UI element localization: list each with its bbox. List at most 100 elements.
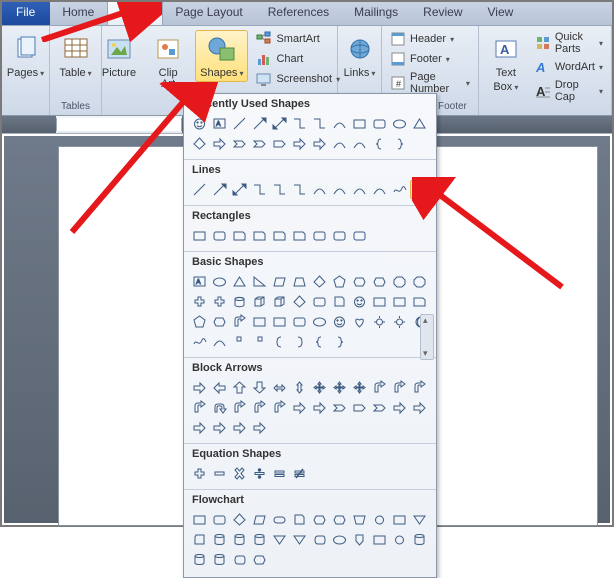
shape-item[interactable]	[370, 292, 389, 311]
shape-item[interactable]	[190, 312, 209, 331]
shape-item[interactable]	[350, 272, 369, 291]
shape-item[interactable]	[310, 226, 329, 245]
shape-item[interactable]	[310, 114, 329, 133]
tab-view[interactable]: View	[476, 2, 527, 25]
shape-item[interactable]	[270, 332, 289, 351]
shape-item[interactable]	[350, 398, 369, 417]
shape-item[interactable]	[190, 378, 209, 397]
shape-item[interactable]	[350, 378, 369, 397]
wordart-button[interactable]: AWordArt ▾	[533, 58, 605, 76]
shape-item[interactable]	[310, 312, 329, 331]
shape-item[interactable]	[370, 312, 389, 331]
shape-item[interactable]	[290, 398, 309, 417]
shape-item[interactable]	[190, 292, 209, 311]
tab-home[interactable]: Home	[50, 2, 107, 25]
shape-item[interactable]	[390, 398, 409, 417]
shape-item[interactable]	[390, 180, 409, 199]
shape-item[interactable]	[250, 530, 269, 549]
chart-button[interactable]: Chart	[254, 50, 342, 68]
shape-item[interactable]	[190, 134, 209, 153]
links-button[interactable]: Links▾	[339, 30, 381, 82]
shape-item[interactable]	[370, 510, 389, 529]
shape-item[interactable]	[210, 180, 229, 199]
shape-item[interactable]	[230, 530, 249, 549]
shape-item[interactable]	[370, 272, 389, 291]
shape-item[interactable]	[190, 180, 209, 199]
shape-item[interactable]	[190, 332, 209, 351]
shape-item[interactable]	[230, 550, 249, 569]
shape-item[interactable]	[330, 398, 349, 417]
shape-item[interactable]	[290, 312, 309, 331]
shape-item[interactable]	[410, 114, 429, 133]
shape-item[interactable]	[230, 332, 249, 351]
shape-item[interactable]	[330, 134, 349, 153]
shape-item[interactable]	[270, 530, 289, 549]
header-button[interactable]: Header ▾	[388, 30, 472, 48]
shape-item[interactable]	[390, 510, 409, 529]
shape-item[interactable]	[250, 114, 269, 133]
shape-item[interactable]	[190, 464, 209, 483]
shape-item[interactable]	[350, 510, 369, 529]
shape-item[interactable]	[410, 510, 429, 529]
shape-item[interactable]	[390, 292, 409, 311]
shape-item[interactable]	[210, 272, 229, 291]
shape-item[interactable]	[310, 332, 329, 351]
shape-item[interactable]	[290, 510, 309, 529]
shape-item[interactable]	[230, 398, 249, 417]
shape-item[interactable]	[290, 378, 309, 397]
shape-item[interactable]	[210, 398, 229, 417]
shape-item[interactable]	[330, 114, 349, 133]
shape-item[interactable]	[350, 114, 369, 133]
shape-item[interactable]	[410, 398, 429, 417]
footer-button[interactable]: Footer ▾	[388, 50, 472, 68]
shape-item[interactable]	[230, 272, 249, 291]
shape-item[interactable]	[290, 180, 309, 199]
shape-item[interactable]	[330, 272, 349, 291]
shape-item[interactable]	[230, 134, 249, 153]
shape-item[interactable]	[250, 134, 269, 153]
picture-button[interactable]: Picture	[97, 30, 141, 82]
shape-item[interactable]	[350, 530, 369, 549]
shape-item[interactable]	[250, 226, 269, 245]
shape-item[interactable]	[250, 464, 269, 483]
shape-item[interactable]	[210, 226, 229, 245]
shape-item[interactable]	[390, 272, 409, 291]
shape-item[interactable]	[350, 292, 369, 311]
shape-item[interactable]	[250, 418, 269, 437]
shape-item[interactable]	[230, 418, 249, 437]
shape-item[interactable]	[270, 510, 289, 529]
shape-item[interactable]	[270, 378, 289, 397]
shape-item[interactable]	[330, 510, 349, 529]
shape-item[interactable]	[230, 226, 249, 245]
shape-item[interactable]	[250, 180, 269, 199]
shape-item[interactable]	[410, 530, 429, 549]
shape-item[interactable]	[290, 332, 309, 351]
shape-item[interactable]	[370, 114, 389, 133]
shape-item[interactable]	[230, 114, 249, 133]
shape-item[interactable]	[410, 272, 429, 291]
shape-item[interactable]	[250, 272, 269, 291]
shape-item[interactable]	[230, 292, 249, 311]
shape-item[interactable]	[370, 378, 389, 397]
shape-item[interactable]	[310, 272, 329, 291]
shape-item[interactable]	[370, 180, 389, 199]
shape-item[interactable]	[210, 550, 229, 569]
shape-item[interactable]	[210, 464, 229, 483]
shape-item[interactable]	[290, 114, 309, 133]
shape-item[interactable]	[270, 114, 289, 133]
shape-item[interactable]	[370, 398, 389, 417]
shape-item[interactable]	[310, 398, 329, 417]
shape-item[interactable]	[350, 226, 369, 245]
shape-item[interactable]	[390, 114, 409, 133]
shape-item[interactable]	[370, 134, 389, 153]
shape-item[interactable]	[270, 134, 289, 153]
shape-item[interactable]	[230, 378, 249, 397]
shape-item[interactable]	[290, 226, 309, 245]
screenshot-button[interactable]: Screenshot ▾	[254, 70, 342, 88]
pages-button[interactable]: Pages▾	[2, 30, 49, 82]
shape-item[interactable]	[330, 226, 349, 245]
shape-item[interactable]	[290, 292, 309, 311]
shape-item[interactable]	[330, 312, 349, 331]
shape-item[interactable]	[190, 510, 209, 529]
tab-mailings[interactable]: Mailings	[342, 2, 411, 25]
